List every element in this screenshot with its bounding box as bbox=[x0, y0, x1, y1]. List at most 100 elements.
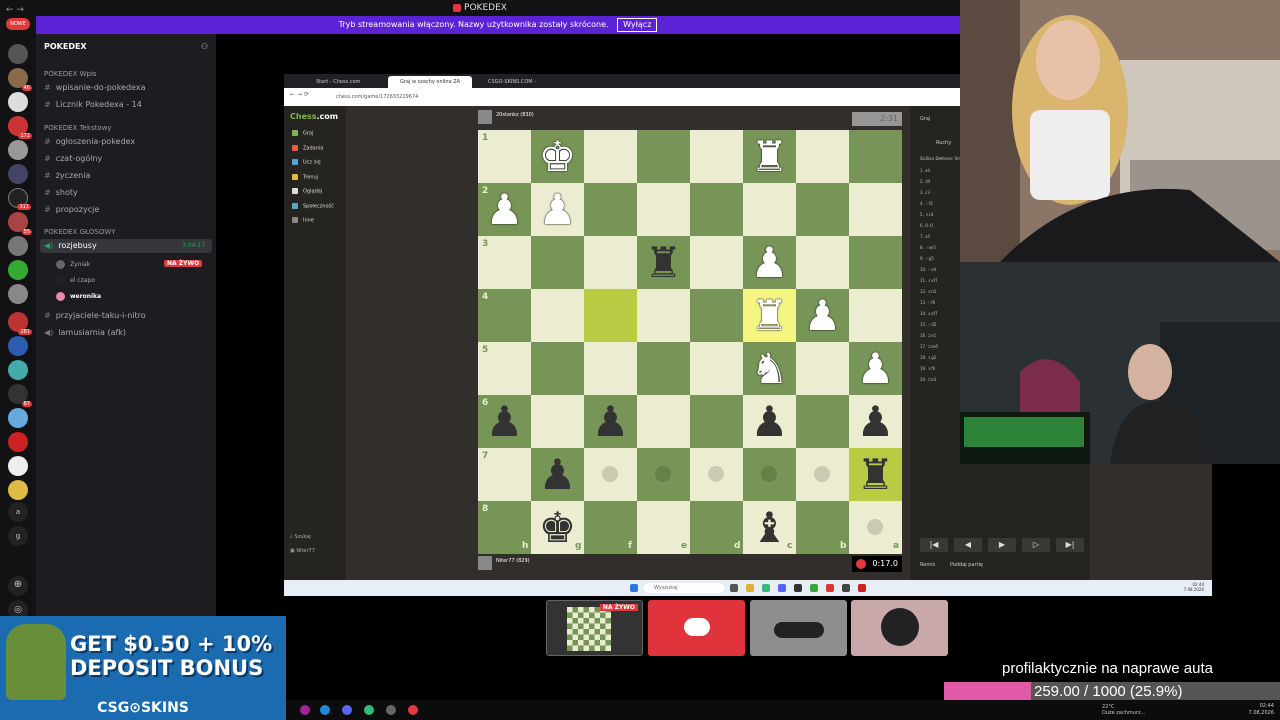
server-icon[interactable] bbox=[8, 284, 28, 304]
move-entry[interactable]: 16. ♖e1 bbox=[920, 333, 936, 338]
board-square[interactable] bbox=[796, 130, 849, 183]
white-king[interactable]: ♚ bbox=[531, 130, 584, 183]
host-clock[interactable]: 02:44 7.08.2026 bbox=[1249, 703, 1274, 717]
top-player-name[interactable]: 20stankz (830) bbox=[496, 112, 534, 118]
url-text[interactable]: chess.com/game/172633229674 bbox=[336, 91, 418, 103]
black-rook[interactable]: ♜ bbox=[637, 236, 690, 289]
obs-icon[interactable] bbox=[386, 705, 396, 715]
panel-tab[interactable]: Graj bbox=[920, 116, 930, 122]
board-square[interactable] bbox=[796, 183, 849, 236]
brave-icon[interactable] bbox=[408, 705, 418, 715]
move-entry[interactable]: 10. ♘e4 bbox=[920, 267, 936, 272]
move-entry[interactable]: 18. ♗g5 bbox=[920, 355, 936, 360]
server-icon[interactable]: 311 bbox=[8, 188, 31, 210]
sponsor-banner[interactable]: GET $0.50 + 10% DEPOSIT BONUS CSG⊙SKINS bbox=[0, 616, 286, 720]
channel-item[interactable]: # shoty bbox=[44, 188, 78, 197]
chess-nav-item[interactable]: Oglądaj bbox=[292, 188, 322, 195]
board-square[interactable] bbox=[849, 130, 902, 183]
board-square[interactable] bbox=[849, 236, 902, 289]
server-icon[interactable] bbox=[8, 360, 28, 380]
black-pawn[interactable]: ♟ bbox=[478, 395, 531, 448]
server-icon[interactable] bbox=[8, 236, 28, 256]
board-square[interactable] bbox=[690, 236, 743, 289]
board-square[interactable] bbox=[796, 395, 849, 448]
preview-tile[interactable] bbox=[648, 600, 745, 656]
discord-icon[interactable] bbox=[778, 584, 786, 592]
channel-item[interactable]: # Licznik Pokedexa - 14 bbox=[44, 100, 142, 109]
channel-item[interactable]: # wpisanie-do-pokedexa bbox=[44, 83, 145, 92]
move-hint-dot[interactable] bbox=[867, 519, 883, 535]
start-icon[interactable] bbox=[630, 584, 638, 592]
move-entry[interactable]: 15. ♘d5 bbox=[920, 322, 936, 327]
move-entry[interactable]: 8. ♘xe5 bbox=[920, 245, 936, 250]
preview-tile[interactable]: NA ŻYWO bbox=[546, 600, 643, 656]
board-square[interactable] bbox=[690, 342, 743, 395]
black-pawn[interactable]: ♟ bbox=[584, 395, 637, 448]
move-entry[interactable]: 20. ♖e3 bbox=[920, 377, 936, 382]
category-label[interactable]: POKEDEX Tekstowy bbox=[44, 124, 112, 132]
move-hint-dot[interactable] bbox=[655, 466, 671, 482]
move-entry[interactable]: 9. ♘g5 bbox=[920, 256, 934, 261]
app-icon[interactable] bbox=[810, 584, 818, 592]
weather-widget[interactable]: 22°C Duże zachmurz... bbox=[1102, 704, 1145, 716]
move-entry[interactable]: 6. O-O bbox=[920, 223, 933, 228]
server-icon[interactable] bbox=[8, 164, 28, 184]
server-icon[interactable]: 172 bbox=[8, 116, 32, 139]
channel-item[interactable]: # przyjaciele-taku-i-nitro bbox=[44, 311, 146, 320]
move-entry[interactable]: 7. e5 bbox=[920, 234, 930, 239]
discord-icon[interactable] bbox=[342, 705, 352, 715]
board-square[interactable] bbox=[637, 183, 690, 236]
voice-user[interactable]: el czapo bbox=[56, 276, 95, 285]
play-button[interactable]: ▷ bbox=[1022, 538, 1050, 552]
white-rook[interactable]: ♜ bbox=[743, 289, 796, 342]
move-hint-dot[interactable] bbox=[761, 466, 777, 482]
first-move-button[interactable]: |◀ bbox=[920, 538, 948, 552]
board-square[interactable] bbox=[796, 342, 849, 395]
server-letter[interactable]: g bbox=[8, 526, 28, 546]
board-square[interactable] bbox=[690, 130, 743, 183]
move-entry[interactable]: 2. d4 bbox=[920, 179, 930, 184]
chess-board[interactable]: 1 2 3 4 5 6 7 8 h g f e d c b a ♚ ♜ ♟ ♟ ♜ ♟ ♜ ♟ ♞ ♟ ♟ ♟ ♟ ♟ ♟ ♜ ♚ ♝ bbox=[478, 130, 902, 554]
draw-button[interactable]: Remis bbox=[920, 562, 935, 568]
server-icon[interactable] bbox=[8, 336, 28, 356]
move-entry[interactable]: 1. e4 bbox=[920, 168, 930, 173]
category-label[interactable]: POKEDEX Wpis bbox=[44, 70, 97, 78]
board-square[interactable] bbox=[531, 395, 584, 448]
board-square[interactable] bbox=[690, 395, 743, 448]
voice-user[interactable]: Zyniak bbox=[56, 260, 90, 269]
resign-button[interactable]: Poddaj partię bbox=[950, 562, 983, 568]
white-pawn[interactable]: ♟ bbox=[478, 183, 531, 236]
voice-channel-item[interactable]: ◀) rozjebusy bbox=[44, 241, 97, 250]
chrome-icon[interactable] bbox=[762, 584, 770, 592]
move-entry[interactable]: 13. ♘f6 bbox=[920, 300, 935, 305]
channel-item[interactable]: ◀) lamusiarnia (afk) bbox=[44, 328, 126, 337]
steam-icon[interactable] bbox=[320, 705, 330, 715]
prev-move-button[interactable]: ◀ bbox=[954, 538, 982, 552]
category-label[interactable]: POKEDEX GŁOSOWY bbox=[44, 228, 116, 236]
black-pawn[interactable]: ♟ bbox=[531, 448, 584, 501]
server-icon[interactable] bbox=[8, 456, 28, 476]
white-knight[interactable]: ♞ bbox=[743, 342, 796, 395]
browser-tab-active[interactable]: Graj w szachy online ZA DARMO bbox=[388, 76, 472, 97]
server-icon[interactable] bbox=[8, 140, 28, 160]
app-icon[interactable] bbox=[842, 584, 850, 592]
server-icon[interactable] bbox=[8, 260, 28, 280]
server-icon[interactable]: 46 bbox=[8, 68, 32, 91]
white-pawn[interactable]: ♟ bbox=[743, 236, 796, 289]
disable-button[interactable]: Wyłącz bbox=[617, 18, 658, 32]
white-pawn[interactable]: ♟ bbox=[849, 342, 902, 395]
chess-logo[interactable]: Chess.com bbox=[290, 112, 338, 121]
board-square[interactable] bbox=[796, 236, 849, 289]
guild-name[interactable]: POKEDEX bbox=[44, 42, 87, 51]
move-entry[interactable]: 14. ♕xf7 bbox=[920, 311, 938, 316]
move-entry[interactable]: 3. c3 bbox=[920, 190, 930, 195]
taskbar-search[interactable]: Wyszukaj bbox=[644, 583, 724, 593]
move-hint-dot[interactable] bbox=[708, 466, 724, 482]
board-square[interactable] bbox=[637, 289, 690, 342]
move-entry[interactable]: 4. ♘f3 bbox=[920, 201, 933, 206]
move-hint-dot[interactable] bbox=[814, 466, 830, 482]
black-king[interactable]: ♚ bbox=[531, 501, 584, 554]
new-badge[interactable]: NOWE bbox=[6, 18, 30, 30]
folder-icon[interactable] bbox=[746, 584, 754, 592]
white-rook[interactable]: ♜ bbox=[743, 130, 796, 183]
